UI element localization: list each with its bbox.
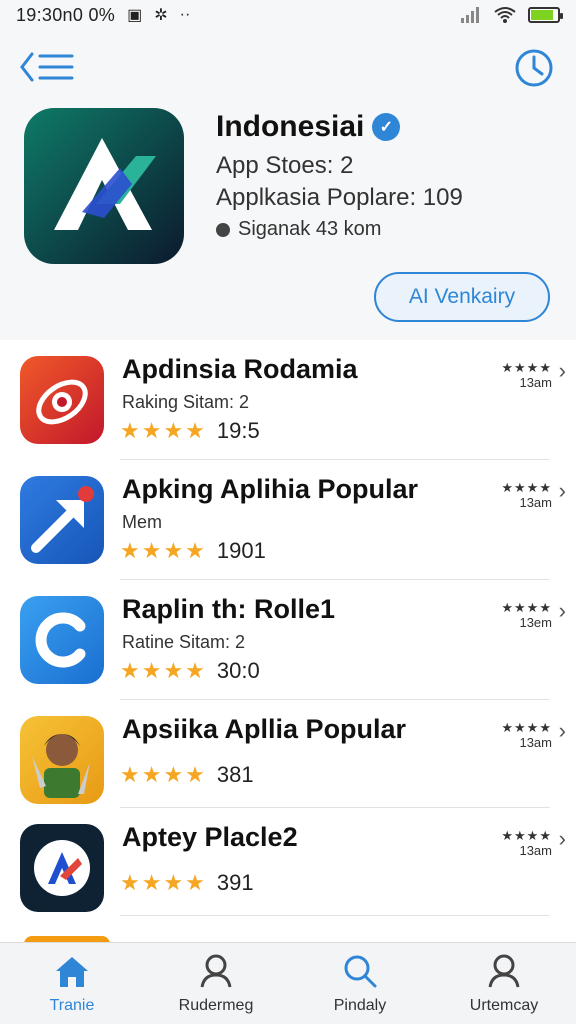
rating-stars: ★★★★ <box>120 418 207 443</box>
mini-stars: ★★★★ <box>501 600 552 615</box>
app-name: Apking Aplihia Popular <box>122 474 419 504</box>
featured-app-icon[interactable] <box>24 108 184 264</box>
app-subtitle: Mem <box>122 512 162 532</box>
list-item[interactable]: Apdinsia Rodamia Raking Sitam: 2 ★★★★ 19… <box>0 340 576 460</box>
featured-app-name: Indonesiai <box>216 110 365 143</box>
app-subtitle: Ratine Sitam: 2 <box>122 632 246 652</box>
mini-stars: ★★★★ <box>501 828 552 843</box>
chevron-right-icon[interactable]: › <box>559 358 566 384</box>
app-rating: ★★★★ 391 <box>120 870 254 896</box>
status-bar: 19:30n0 0% ▣ ✲ ·· <box>0 0 576 30</box>
dark-a-app-icon <box>20 824 104 912</box>
rating-value: 391 <box>216 870 254 895</box>
wifi-icon <box>494 7 516 23</box>
chevron-right-icon[interactable]: › <box>559 826 566 852</box>
rating-stars: ★★★★ <box>120 538 207 563</box>
history-clock-icon[interactable] <box>514 48 554 88</box>
notification-icon: ▣ <box>127 7 143 24</box>
featured-app-title: Indonesiai ✓ <box>216 110 401 144</box>
mini-rating: ★★★★ 13em <box>501 600 552 630</box>
list-item[interactable]: Apsiika Apllia Popular ★★★★ 381 ★★★★ 13a… <box>0 700 576 808</box>
rating-value: 381 <box>216 762 254 787</box>
popular-apps-count: Applkasia Poplare: 109 <box>216 184 463 211</box>
list-item[interactable]: Apking Aplihia Popular Mem ★★★★ 1901 ★★★… <box>0 460 576 580</box>
rating-value: 1901 <box>216 538 266 563</box>
mini-count: 13am <box>519 495 552 510</box>
back-list-icon[interactable] <box>18 50 78 84</box>
tab-label: Rudermeg <box>178 997 254 1014</box>
mini-rating: ★★★★ 13am <box>501 720 552 750</box>
c-app-icon <box>20 596 104 684</box>
app-rating: ★★★★ 19:5 <box>120 418 260 444</box>
tab-rudermeg[interactable]: Rudermeg <box>144 943 288 1024</box>
orange-app-icon <box>20 356 104 444</box>
tab-label: Urtemcay <box>469 997 539 1014</box>
app-list: Apdinsia Rodamia Raking Sitam: 2 ★★★★ 19… <box>0 340 576 916</box>
location-dot-icon <box>216 222 230 237</box>
rating-stars: ★★★★ <box>120 870 207 895</box>
app-name: Apdinsia Rodamia <box>122 354 358 384</box>
rating-stars: ★★★★ <box>120 762 207 787</box>
mini-stars: ★★★★ <box>501 720 552 735</box>
mini-count: 13am <box>519 735 552 750</box>
list-item[interactable]: Aptey Placle2 ★★★★ 391 ★★★★ 13am › <box>0 808 576 916</box>
location-info: Siganak 43 kom <box>216 218 381 241</box>
mini-stars: ★★★★ <box>501 480 552 495</box>
mini-rating: ★★★★ 13am <box>501 480 552 510</box>
list-item[interactable]: Raplin th: Rolle1 Ratine Sitam: 2 ★★★★ 3… <box>0 580 576 700</box>
ai-verify-button[interactable]: AI Venkairy <box>374 272 550 322</box>
app-name: Aptey Placle2 <box>122 822 298 852</box>
mini-count: 13em <box>519 615 552 630</box>
signal-icon <box>461 7 479 23</box>
battery-icon <box>528 7 563 23</box>
app-rating: ★★★★ 1901 <box>120 538 266 564</box>
app-subtitle: Raking Sitam: 2 <box>122 392 250 412</box>
top-nav <box>0 30 576 108</box>
bug-icon: ✲ <box>154 7 168 24</box>
user-icon <box>200 954 232 988</box>
tab-urtemcay[interactable]: Urtemcay <box>432 943 576 1024</box>
app-rating: ★★★★ 30:0 <box>120 658 260 684</box>
tab-label: Pindaly <box>333 997 387 1014</box>
status-time: 19:30n0 0% <box>16 4 116 25</box>
character-app-icon <box>20 716 104 804</box>
divider <box>120 915 550 916</box>
chevron-right-icon[interactable]: › <box>559 478 566 504</box>
rating-value: 19:5 <box>216 418 260 443</box>
mini-count: 13am <box>519 375 552 390</box>
featured-app-header: Indonesiai ✓ App Stoes: 2 Applkasia Popl… <box>0 108 576 340</box>
location-text: Siganak 43 kom <box>238 218 382 240</box>
bottom-tab-bar: Tranie Rudermeg Pindaly Urtemcay <box>0 942 576 1024</box>
chevron-right-icon[interactable]: › <box>559 598 566 624</box>
rating-value: 30:0 <box>216 658 260 683</box>
more-dots-icon: ·· <box>179 6 191 23</box>
app-name: Raplin th: Rolle1 <box>122 594 336 624</box>
chevron-right-icon[interactable]: › <box>559 718 566 744</box>
search-icon <box>344 955 377 988</box>
tab-label: Tranie <box>49 997 95 1014</box>
home-icon <box>56 957 88 987</box>
app-stores-count: App Stoes: 2 <box>216 152 354 179</box>
mini-stars: ★★★★ <box>501 360 552 375</box>
mini-rating: ★★★★ 13am <box>501 360 552 390</box>
arrow-app-icon <box>20 476 104 564</box>
verified-badge-icon: ✓ <box>372 113 401 141</box>
app-rating: ★★★★ 381 <box>120 762 254 788</box>
mini-rating: ★★★★ 13am <box>501 828 552 858</box>
mini-count: 13am <box>519 843 552 858</box>
tab-home[interactable]: Tranie <box>0 943 144 1024</box>
rating-stars: ★★★★ <box>120 658 207 683</box>
app-name: Apsiika Apllia Popular <box>122 714 407 744</box>
tab-search[interactable]: Pindaly <box>288 943 432 1024</box>
person-icon <box>488 954 520 988</box>
